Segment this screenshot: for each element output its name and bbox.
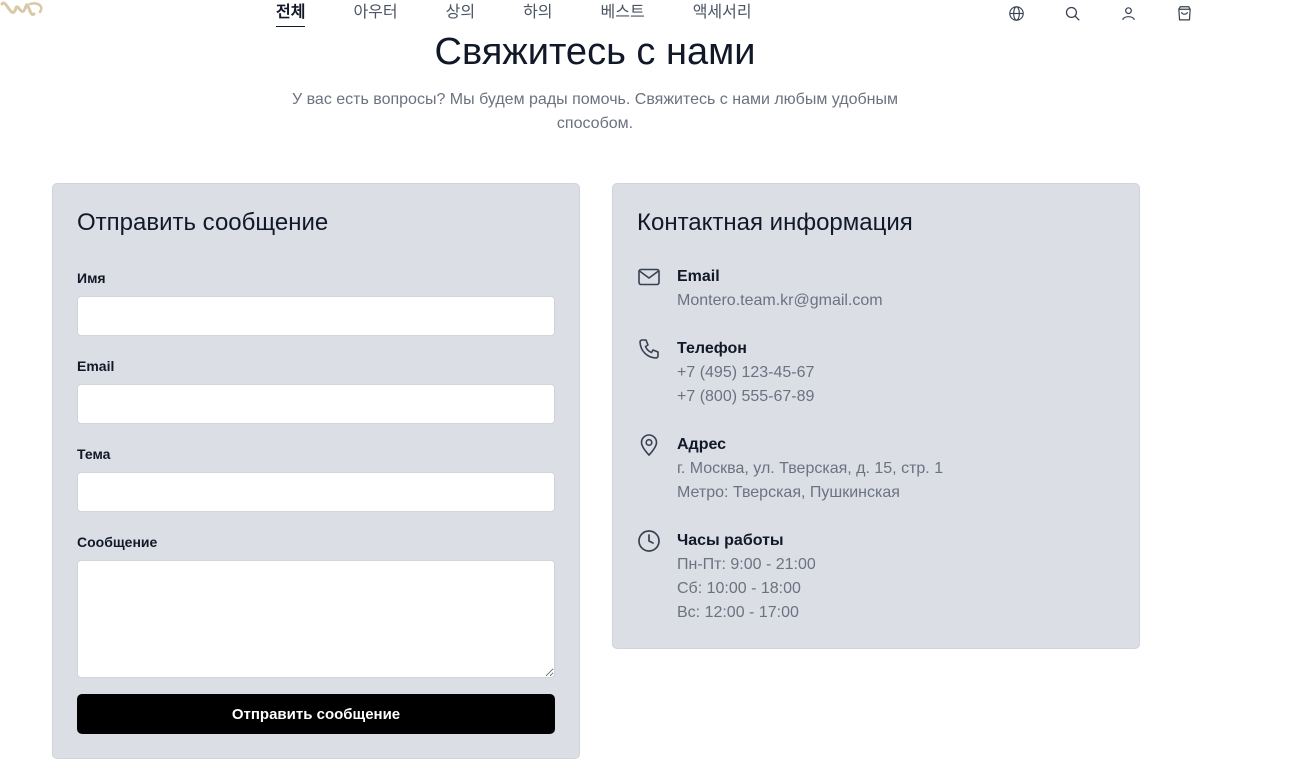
nav-item-tops[interactable]: 상의 [446,2,475,27]
clock-icon [637,529,661,553]
page-title: Свяжитесь с нами [434,31,756,73]
brand-logo[interactable] [0,0,46,30]
message-field[interactable] [77,560,555,678]
phone-heading: Телефон [677,340,747,357]
nav-item-outer[interactable]: 아우터 [353,2,397,27]
email-heading: Email [677,268,720,285]
name-label: Имя [77,270,106,286]
nav-item-best[interactable]: 베스트 [601,2,645,27]
main-nav: 전체 아우터 상의 하의 베스트 액세서리 [276,2,800,27]
address-line-1: г. Москва, ул. Тверская, д. 15, стр. 1 [677,460,944,477]
phone-line-1[interactable]: +7 (495) 123-45-67 [677,361,814,385]
globe-icon[interactable] [1006,3,1026,23]
search-icon[interactable] [1062,3,1082,23]
email-address[interactable]: Montero.team.kr@gmail.com [677,289,883,313]
address-heading: Адрес [677,436,727,453]
cart-icon[interactable] [1174,3,1194,23]
hours-sunday: Вс: 12:00 - 17:00 [677,604,799,621]
hours-saturday: Сб: 10:00 - 18:00 [677,580,801,597]
contact-form-card: Отправить сообщение Имя Email Тема Сообщ… [52,183,580,759]
phone-icon [637,337,661,361]
map-pin-icon [637,433,661,457]
hours-weekdays: Пн-Пт: 9:00 - 21:00 [677,556,816,573]
contact-info-card: Контактная информация Email Montero.team… [612,183,1140,649]
name-field[interactable] [77,296,555,336]
user-icon[interactable] [1118,3,1138,23]
mail-icon [637,265,661,289]
contact-info-title: Контактная информация [637,209,913,236]
form-title: Отправить сообщение [77,209,329,236]
subject-label: Тема [77,446,111,462]
nav-item-bottoms[interactable]: 하의 [523,2,552,27]
subject-field[interactable] [77,472,555,512]
message-label: Сообщение [77,534,158,550]
email-field[interactable] [77,384,555,424]
hours-heading: Часы работы [677,532,784,549]
header-icons [1006,3,1230,23]
address-line-2: Метро: Тверская, Пушкинская [677,484,900,501]
phone-line-2[interactable]: +7 (800) 555-67-89 [677,385,814,409]
submit-button[interactable]: Отправить сообщение [77,694,555,734]
nav-item-all[interactable]: 전체 [276,2,306,27]
page-subtitle: У вас есть вопросы? Мы будем рады помочь… [291,91,898,132]
nav-item-accessories[interactable]: 액세서리 [693,2,752,27]
email-label: Email [77,358,115,374]
